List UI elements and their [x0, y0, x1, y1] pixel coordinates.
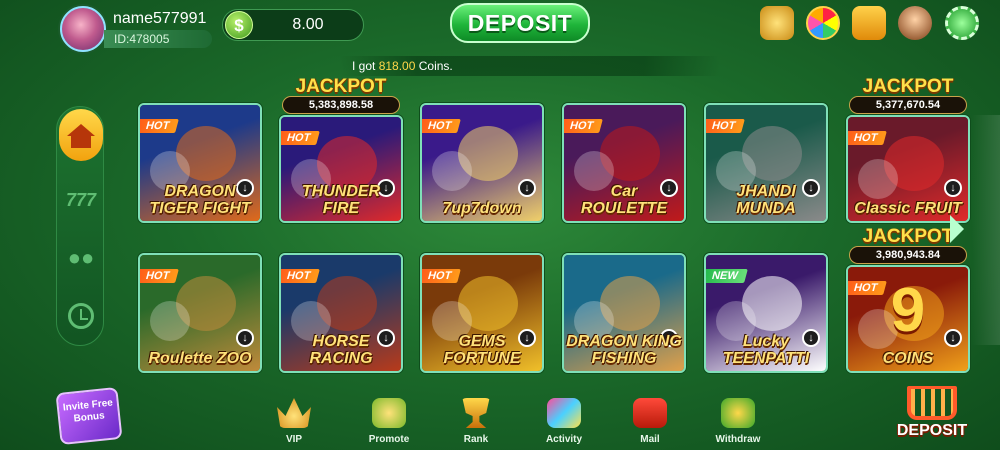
balance-box[interactable]: $ 8.00 [222, 9, 364, 41]
hot-badge: HOT [564, 119, 604, 133]
left-nav: 777 ●● [56, 106, 104, 346]
invite-bonus-button[interactable]: Invite Free Bonus [55, 386, 123, 446]
hot-badge: HOT [140, 119, 180, 133]
settings-icon[interactable] [945, 6, 979, 40]
bottom-nav-label: Rank [463, 434, 489, 445]
game-title: 7up7down [442, 200, 522, 217]
chevron-right-icon[interactable] [950, 215, 964, 243]
avatar[interactable] [60, 6, 106, 52]
game-tile[interactable]: 9 HOT ↓ COINS [846, 265, 970, 373]
game-tile[interactable]: NEW ↓ Lucky TEENPATTI [704, 253, 828, 373]
game-tile[interactable]: ↓ DRAGON KING FISHING [562, 253, 686, 373]
gift-icon[interactable] [760, 6, 794, 40]
home-icon [67, 124, 95, 148]
win-marquee: I got 818.00 Coins. [340, 56, 720, 76]
bottom-nav-label: Mail [640, 434, 660, 445]
hot-badge: HOT [422, 119, 462, 133]
bottom-nav-mail[interactable]: Mail [615, 398, 685, 445]
bottom-nav-label: VIP [285, 434, 303, 445]
deposit-button[interactable]: DEPOSIT [450, 3, 590, 43]
check-in-icon[interactable] [852, 6, 886, 40]
game-tile[interactable]: HOT ↓ Roulette ZOO [138, 253, 262, 373]
marquee-amount: 818.00 [378, 59, 416, 73]
hot-badge: HOT [281, 131, 321, 145]
download-icon[interactable]: ↓ [236, 329, 254, 347]
hot-badge: HOT [422, 269, 462, 283]
bottom-nav-withdraw[interactable]: Withdraw [703, 398, 773, 445]
mailbox-icon [633, 398, 667, 428]
crown-icon [277, 398, 311, 428]
game-tile[interactable]: HOT ↓ THUNDER FIRE [279, 115, 403, 223]
users-icon: ●● [67, 245, 95, 270]
game-title: DRAGON TIGER FIGHT [149, 183, 251, 217]
jackpot-value: 5,383,898.58 [282, 96, 400, 114]
game-tile[interactable]: HOT ↓ 7up7down [420, 103, 544, 223]
slots-icon: 777 [65, 189, 97, 210]
download-icon[interactable]: ↓ [944, 329, 962, 347]
lucky-wheel-icon[interactable] [806, 6, 840, 40]
deposit-cart-button[interactable]: DEPOSIT [892, 386, 972, 440]
username: name577991 [113, 10, 207, 27]
bottom-nav-label: Withdraw [715, 434, 761, 445]
scroll-hint [972, 115, 1000, 345]
gift-box-icon [547, 398, 581, 428]
coin-icon: $ [225, 11, 253, 39]
game-tile[interactable]: HOT ↓ JHANDI MUNDA [704, 103, 828, 223]
balance-value: 8.00 [292, 16, 324, 33]
bottom-nav-rank[interactable]: Rank [441, 398, 511, 445]
download-icon[interactable]: ↓ [518, 179, 536, 197]
hot-badge: HOT [706, 119, 746, 133]
hot-badge: HOT [848, 281, 888, 295]
hot-badge: HOT [281, 269, 321, 283]
game-title: COINS [882, 350, 934, 367]
game-title: JHANDI MUNDA [736, 183, 796, 217]
trophy-icon [462, 398, 490, 428]
hot-badge: HOT [140, 269, 180, 283]
new-badge: NEW [706, 269, 748, 283]
bottom-nav-promote[interactable]: Promote [354, 398, 424, 445]
game-title: THUNDER FIRE [301, 183, 381, 217]
support-icon[interactable] [898, 6, 932, 40]
game-title: Lucky TEENPATTI [722, 333, 810, 367]
game-tile[interactable]: HOT ↓ GEMS FORTUNE [420, 253, 544, 373]
jackpot-value: 5,377,670.54 [849, 96, 967, 114]
game-tile[interactable]: HOT ↓ DRAGON TIGER FIGHT [138, 103, 262, 223]
nav-home[interactable] [59, 109, 103, 161]
bottom-nav-activity[interactable]: Activity [529, 398, 599, 445]
jackpot-value: 3,980,943.84 [849, 246, 967, 264]
game-title: Roulette ZOO [148, 350, 252, 367]
withdraw-icon [721, 398, 755, 428]
nav-slots[interactable]: 777 [57, 177, 105, 223]
user-id: ID:478005 [104, 30, 212, 48]
deposit-cart-label: DEPOSIT [896, 422, 968, 439]
jackpot-label: JACKPOT [862, 76, 954, 97]
game-title: GEMS FORTUNE [443, 333, 521, 367]
marquee-suffix: Coins. [418, 59, 453, 73]
game-title: Classic FRUIT [854, 200, 962, 217]
nav-users[interactable]: ●● [57, 235, 105, 281]
game-tile[interactable]: HOT ↓ HORSE RACING [279, 253, 403, 373]
jackpot-label: JACKPOT [295, 76, 387, 97]
nav-history[interactable] [57, 293, 105, 339]
history-icon [68, 303, 94, 329]
bottom-nav-label: Activity [545, 434, 583, 445]
game-tile[interactable]: HOT ↓ Classic FRUIT [846, 115, 970, 223]
hot-badge: HOT [848, 131, 888, 145]
marquee-prefix: I got [352, 59, 376, 73]
game-title: HORSE RACING [309, 333, 373, 367]
game-title: DRAGON KING FISHING [566, 333, 682, 367]
game-title: Car ROULETTE [580, 183, 668, 217]
bottom-nav-label: Promote [368, 434, 410, 445]
game-tile[interactable]: HOT ↓ Car ROULETTE [562, 103, 686, 223]
download-icon[interactable]: ↓ [944, 179, 962, 197]
cart-icon [907, 386, 957, 420]
bottom-nav-vip[interactable]: VIP [259, 398, 329, 445]
coins-stack-icon [372, 398, 406, 428]
